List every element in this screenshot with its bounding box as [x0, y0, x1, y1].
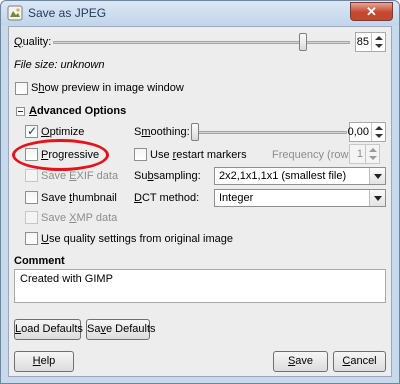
smoothing-value: 0,00 — [347, 126, 369, 138]
restart-markers-label[interactable]: Use restart markers — [150, 149, 247, 161]
close-icon: ✕ — [366, 4, 377, 19]
save-thumbnail-label-pre: Save — [41, 192, 70, 204]
save-defaults-button[interactable]: Save Defaults — [86, 319, 156, 340]
optimize-checkbox[interactable] — [25, 124, 38, 138]
save-thumbnail-checkbox[interactable] — [25, 191, 38, 204]
spin-down-icon[interactable] — [375, 44, 383, 48]
chevron-down-icon[interactable] — [369, 190, 385, 206]
dct-method-combobox[interactable]: Integer — [214, 189, 386, 207]
frequency-label: Frequency (rows): — [272, 149, 361, 161]
progressive-checkbox[interactable] — [25, 148, 38, 161]
load-defaults-rest: oad Defaults — [21, 323, 83, 335]
frequency-value: 1 — [356, 148, 363, 160]
close-window-button[interactable]: ✕ — [350, 2, 393, 21]
save-exif-label[interactable]: Save EXIF data — [41, 170, 118, 182]
use-quality-settings-checkbox[interactable] — [25, 232, 38, 245]
show-preview-label-rest: ow preview in image window — [44, 82, 184, 94]
use-quality-label-accel: U — [41, 233, 49, 245]
smoothing-spinbutton[interactable]: 0,00 — [347, 122, 386, 142]
restart-markers-checkbox[interactable] — [134, 148, 147, 161]
frequency-spin-arrows[interactable] — [365, 145, 379, 163]
cancel-button[interactable]: Cancel — [333, 351, 386, 372]
quality-slider-thumb[interactable] — [298, 33, 307, 51]
advanced-options-expander[interactable]: Advanced Options — [29, 105, 126, 117]
progressive-label[interactable]: Progressive — [41, 149, 99, 161]
optimize-label[interactable]: Optimize — [41, 126, 84, 138]
comment-textarea[interactable]: Created with GIMP — [14, 269, 386, 303]
smoothing-slider-thumb[interactable] — [191, 123, 199, 141]
subsampling-label-pre: Su — [134, 170, 148, 182]
subsampling-label: Subsampling: — [134, 170, 201, 182]
chevron-down-icon[interactable] — [369, 168, 385, 184]
title-bar[interactable]: Save as JPEG ✕ — [1, 1, 399, 25]
advanced-header-rest: dvanced Options — [36, 105, 127, 117]
spin-up-icon[interactable] — [375, 126, 383, 130]
save-exif-label-rest: XIF data — [76, 170, 119, 182]
progressive-label-rest: rogressive — [48, 149, 100, 161]
load-defaults-button[interactable]: Load Defaults — [14, 319, 83, 340]
dialog-body: Quality: 85 File size: unknown Show prev… — [8, 26, 392, 377]
save-rest: ave — [295, 355, 314, 367]
quality-spinbutton[interactable]: 85 — [355, 32, 386, 52]
file-size-label: File size: unknown — [14, 59, 105, 71]
quality-label-rest: uality: — [22, 36, 52, 48]
save-defaults-pre: Sa — [87, 323, 101, 335]
help-accel: H — [32, 355, 41, 367]
spin-up-icon[interactable] — [375, 36, 383, 40]
dct-method-label: DCT method: — [134, 192, 199, 204]
save-exif-checkbox[interactable] — [25, 169, 38, 182]
spin-up-icon[interactable] — [369, 148, 377, 152]
subsampling-label-rest: sampling: — [153, 170, 201, 182]
quality-value: 85 — [356, 36, 369, 48]
save-defaults-rest: e Defaults — [105, 323, 156, 335]
quality-spin-arrows[interactable] — [371, 33, 385, 51]
restart-markers-label-pre: Use — [150, 149, 173, 161]
smoothing-label-accel: m — [141, 126, 151, 138]
save-thumbnail-label[interactable]: Save thumbnail — [41, 192, 117, 204]
use-quality-label-rest: se quality settings from original image — [48, 233, 233, 245]
collapse-advanced-icon[interactable] — [16, 107, 25, 116]
quality-label: Quality: — [14, 36, 51, 48]
save-button[interactable]: Save — [273, 351, 328, 372]
gimp-app-icon — [7, 5, 23, 21]
subsampling-selected: 2x2,1x1,1x1 (smallest file) — [219, 170, 347, 182]
dct-method-selected: Integer — [219, 192, 254, 204]
comment-heading: Comment — [14, 255, 65, 267]
cancel-rest: ancel — [350, 355, 377, 367]
frequency-spinbutton[interactable]: 1 — [349, 144, 380, 164]
optimize-label-accel: O — [41, 126, 50, 138]
save-thumbnail-label-rest: humbnail — [72, 192, 117, 204]
help-button[interactable]: Help — [14, 351, 74, 372]
spin-down-icon[interactable] — [375, 134, 383, 138]
show-preview-checkbox[interactable] — [15, 82, 28, 95]
save-xmp-checkbox[interactable] — [25, 211, 38, 224]
restart-markers-label-rest: estart markers — [176, 149, 247, 161]
window-title: Save as JPEG — [28, 6, 107, 20]
help-rest: elp — [40, 355, 56, 367]
save-xmp-label-rest: MP data — [76, 212, 118, 224]
spin-down-icon[interactable] — [369, 156, 377, 160]
subsampling-combobox[interactable]: 2x2,1x1,1x1 (smallest file) — [214, 167, 386, 185]
dct-method-label-accel: D — [134, 192, 142, 204]
comment-text: Created with GIMP — [20, 273, 113, 285]
show-preview-label[interactable]: Show preview in image window — [31, 82, 184, 94]
save-xmp-label-pre: Save — [41, 212, 70, 224]
optimize-label-rest: ptimize — [49, 126, 85, 138]
advanced-header-accel: A — [29, 105, 37, 117]
save-xmp-label[interactable]: Save XMP data — [41, 212, 117, 224]
smoothing-spin-arrows[interactable] — [371, 123, 385, 141]
smoothing-label-rest: oothing: — [150, 126, 190, 138]
smoothing-slider[interactable] — [191, 131, 347, 134]
use-quality-settings-label[interactable]: Use quality settings from original image — [41, 233, 233, 245]
dct-method-label-rest: CT method: — [141, 192, 200, 204]
quality-label-accel: Q — [14, 36, 23, 48]
smoothing-label: Smoothing: — [134, 126, 190, 138]
save-exif-label-pre: Save — [41, 170, 70, 182]
save-as-jpeg-window: Save as JPEG ✕ Quality: 85 File size: un… — [0, 0, 400, 384]
